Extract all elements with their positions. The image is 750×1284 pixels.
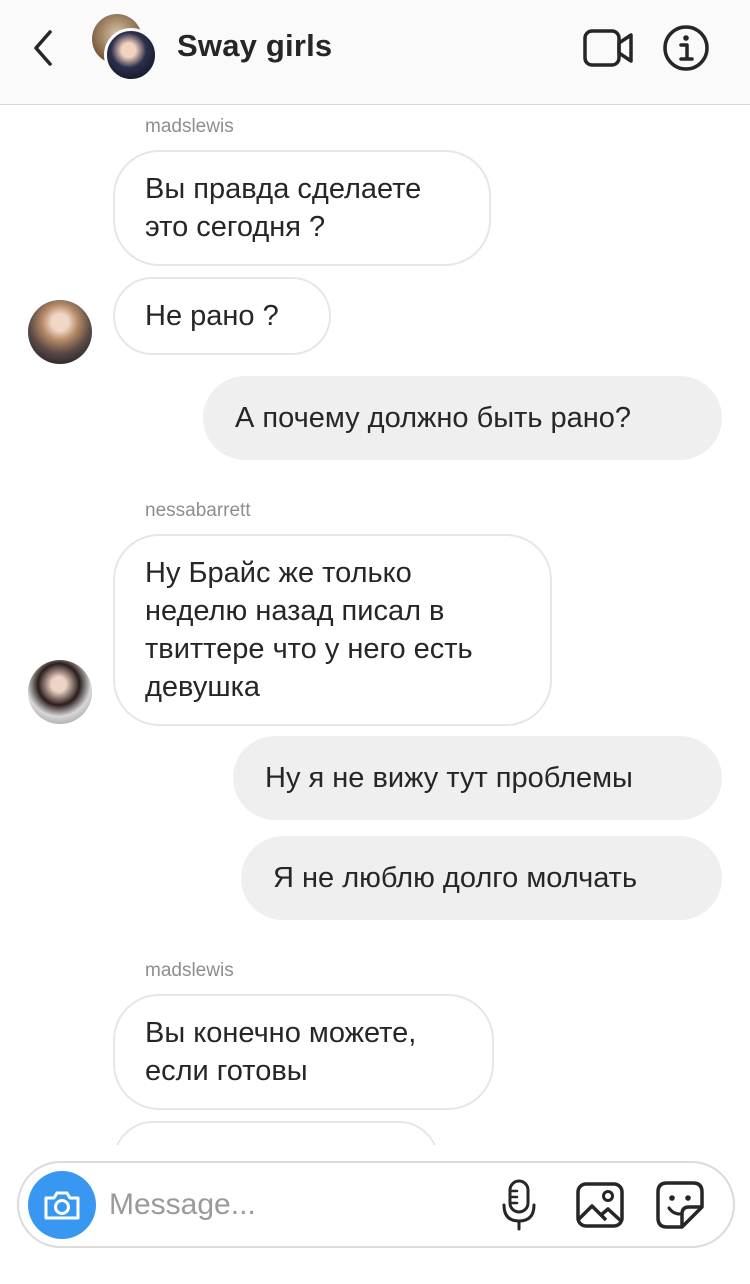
message-text: Не рано ? <box>145 300 279 332</box>
message-input[interactable] <box>109 1181 489 1229</box>
sticker-button[interactable] <box>655 1180 705 1230</box>
info-button[interactable] <box>662 24 710 72</box>
outgoing-message[interactable]: Я не люблю долго молчать <box>241 836 722 920</box>
camera-button[interactable] <box>28 1171 96 1239</box>
chevron-left-icon <box>34 30 52 66</box>
back-button[interactable] <box>28 26 62 70</box>
incoming-message[interactable]: Не рано ? <box>113 277 331 355</box>
message-composer <box>17 1161 735 1248</box>
incoming-message[interactable]: Ну Брайс же только неделю назад писал в … <box>113 534 552 726</box>
group-avatar[interactable] <box>90 14 160 82</box>
outgoing-message[interactable]: Ну я не вижу тут проблемы <box>233 736 722 820</box>
sender-avatar[interactable] <box>28 300 92 364</box>
sender-avatar[interactable] <box>28 660 92 724</box>
sticker-icon <box>656 1181 704 1229</box>
member-avatar-front <box>104 28 158 82</box>
video-camera-icon <box>583 29 633 67</box>
incoming-message[interactable]: Вы конечно можете, если готовы <box>113 994 494 1110</box>
microphone-icon <box>502 1179 536 1231</box>
sender-name: madslewis <box>145 960 234 981</box>
message-line: если готовы <box>145 1055 308 1087</box>
camera-icon <box>44 1191 80 1220</box>
message-line: Вы конечно можете, <box>145 1017 417 1049</box>
info-icon <box>663 25 709 71</box>
message-line: неделю назад писал в <box>145 595 445 627</box>
gallery-button[interactable] <box>575 1181 625 1229</box>
sender-name: madslewis <box>145 116 234 137</box>
video-call-button[interactable] <box>583 28 635 68</box>
microphone-button[interactable] <box>501 1179 537 1231</box>
chat-header: Sway girls <box>0 0 750 105</box>
message-text: А почему должно быть рано? <box>235 402 632 434</box>
message-line: это сегодня ? <box>145 211 326 243</box>
message-text: Я не люблю долго молчать <box>273 862 638 894</box>
message-list[interactable]: madslewis Вы правда сделаете это сегодня… <box>0 105 750 1145</box>
incoming-message[interactable]: Вы правда сделаете это сегодня ? <box>113 150 491 266</box>
sender-name: nessabarrett <box>145 500 251 521</box>
image-icon <box>576 1182 624 1228</box>
message-line: Ну Брайс же только <box>145 557 412 589</box>
outgoing-message[interactable]: А почему должно быть рано? <box>203 376 722 460</box>
message-line: девушка <box>145 671 261 703</box>
message-text: Ну я не вижу тут проблемы <box>265 762 633 794</box>
incoming-message-partial[interactable] <box>113 1121 439 1145</box>
chat-title[interactable]: Sway girls <box>177 28 332 64</box>
message-line: Вы правда сделаете <box>145 173 422 205</box>
message-line: твиттере что у него есть <box>145 633 473 665</box>
